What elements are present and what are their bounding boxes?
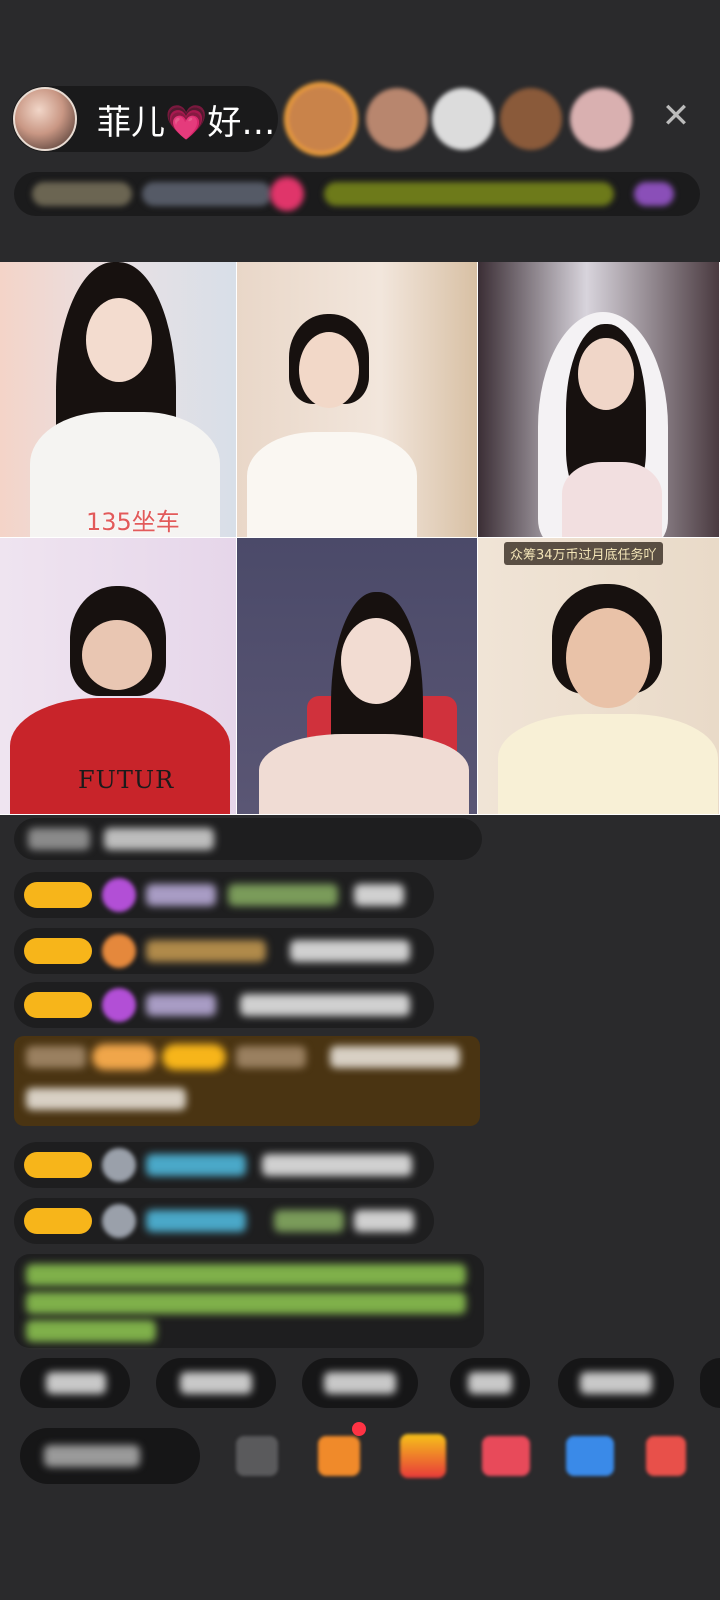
shirt-text: FUTUR xyxy=(78,766,175,794)
close-icon[interactable]: ✕ xyxy=(656,96,696,136)
top-viewer-avatar-1[interactable] xyxy=(288,86,354,152)
chat-text xyxy=(262,1154,412,1176)
level-badge xyxy=(24,1208,92,1234)
streamer-face xyxy=(86,298,152,382)
video-tile-2[interactable] xyxy=(237,262,478,538)
streamer-body xyxy=(259,734,469,814)
input-placeholder xyxy=(44,1445,140,1467)
chat-text xyxy=(26,1046,86,1068)
chat-username xyxy=(146,884,216,906)
chat-text xyxy=(240,994,410,1016)
heart-gem-icon xyxy=(102,988,136,1022)
multi-guest-video-grid: 135坐车 FUTUR 众筹34万币过月底任务吖 xyxy=(0,262,720,815)
chat-text xyxy=(28,828,90,850)
chat-username xyxy=(146,994,216,1016)
button-label xyxy=(180,1372,252,1394)
chat-message[interactable] xyxy=(14,982,434,1028)
chat-text xyxy=(290,940,410,962)
user-avatar[interactable] xyxy=(102,1204,136,1238)
chat-announcement[interactable] xyxy=(14,1254,484,1348)
emoji-icon[interactable] xyxy=(236,1436,278,1476)
video-tile-1[interactable]: 135坐车 xyxy=(0,262,237,538)
level-badge xyxy=(24,882,92,908)
tag-chip[interactable] xyxy=(324,182,614,206)
gift-icon[interactable] xyxy=(270,177,304,211)
streamer-body xyxy=(498,714,718,814)
chat-text xyxy=(104,828,214,850)
user-avatar[interactable] xyxy=(102,934,136,968)
chat-text xyxy=(354,884,404,906)
chat-username xyxy=(236,1046,306,1068)
announcement-text xyxy=(26,1292,466,1314)
quick-action-button[interactable] xyxy=(302,1358,418,1408)
chat-message-highlight[interactable] xyxy=(14,1036,480,1126)
level-badge xyxy=(162,1044,226,1070)
tag-chip[interactable] xyxy=(142,182,272,206)
button-label xyxy=(46,1372,106,1394)
video-tile-3[interactable] xyxy=(478,262,720,538)
tile-overlay-text: 135坐车 xyxy=(86,508,180,536)
chat-username xyxy=(146,940,266,962)
chat-message[interactable] xyxy=(14,1142,434,1188)
notification-dot xyxy=(352,1422,366,1436)
tag-chip-icon[interactable] xyxy=(634,182,674,206)
chat-username xyxy=(146,1154,246,1176)
host-info-pill[interactable]: 菲儿💗好… xyxy=(12,86,278,152)
chat-text xyxy=(26,1088,186,1110)
fan-badge xyxy=(92,1044,156,1070)
share-icon[interactable] xyxy=(482,1436,530,1476)
gift-icon[interactable] xyxy=(400,1434,446,1478)
top-viewer-avatar-4[interactable] xyxy=(500,88,562,150)
streamer-face xyxy=(578,338,634,410)
quick-action-button[interactable] xyxy=(156,1358,276,1408)
host-avatar[interactable] xyxy=(13,87,77,151)
top-viewer-avatar-3[interactable] xyxy=(432,88,494,150)
streamer-face xyxy=(566,608,650,708)
heart-gem-icon xyxy=(102,878,136,912)
quick-action-button[interactable] xyxy=(558,1358,674,1408)
chat-message[interactable] xyxy=(14,928,434,974)
tile-goal-banner: 众筹34万币过月底任务吖 xyxy=(504,542,663,565)
chat-text xyxy=(274,1210,344,1232)
video-tile-6[interactable]: 众筹34万币过月底任务吖 xyxy=(478,538,720,815)
level-badge xyxy=(24,1152,92,1178)
chat-text xyxy=(228,884,338,906)
host-name: 菲儿💗好… xyxy=(97,102,276,143)
streamer-face xyxy=(341,618,411,704)
chat-message-system[interactable] xyxy=(14,818,482,860)
tag-chip[interactable] xyxy=(32,182,132,206)
button-label xyxy=(468,1372,512,1394)
streamer-face xyxy=(299,332,359,408)
user-avatar[interactable] xyxy=(102,1148,136,1182)
chat-input-field[interactable] xyxy=(20,1428,200,1484)
chat-message[interactable] xyxy=(14,872,434,918)
chat-message[interactable] xyxy=(14,1198,434,1244)
streamer-body xyxy=(10,698,230,814)
streamer-face xyxy=(82,620,152,690)
gift-box-icon[interactable] xyxy=(318,1436,360,1476)
quick-action-button[interactable] xyxy=(700,1358,720,1408)
chat-text xyxy=(354,1210,414,1232)
streamer-body xyxy=(562,462,662,537)
game-icon[interactable] xyxy=(566,1436,614,1476)
quick-action-button[interactable] xyxy=(20,1358,130,1408)
video-tile-4[interactable]: FUTUR xyxy=(0,538,237,815)
level-badge xyxy=(24,938,92,964)
top-viewer-avatar-2[interactable] xyxy=(366,88,428,150)
level-badge xyxy=(24,992,92,1018)
streamer-body xyxy=(247,432,417,537)
more-icon[interactable] xyxy=(646,1436,686,1476)
announcement-text xyxy=(26,1320,156,1342)
top-viewer-avatar-5[interactable] xyxy=(570,88,632,150)
video-tile-5[interactable] xyxy=(237,538,478,815)
button-label xyxy=(324,1372,396,1394)
chat-username xyxy=(146,1210,246,1232)
button-label xyxy=(580,1372,652,1394)
room-tag-bar[interactable] xyxy=(14,172,700,216)
announcement-text xyxy=(26,1264,466,1286)
chat-text xyxy=(330,1046,460,1068)
quick-action-button[interactable] xyxy=(450,1358,530,1408)
